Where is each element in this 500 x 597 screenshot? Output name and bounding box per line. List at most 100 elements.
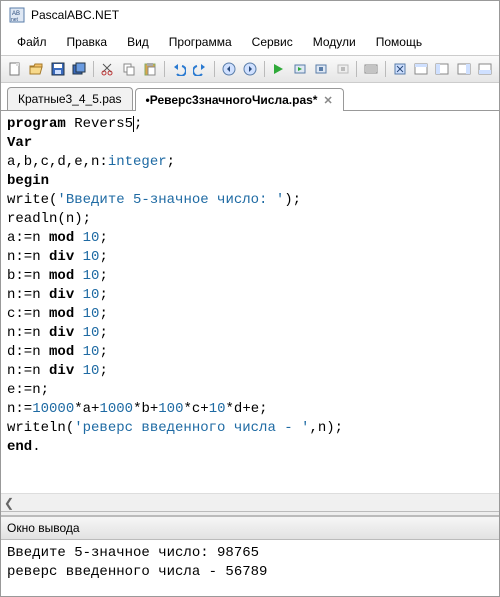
kw-program: program bbox=[7, 116, 66, 132]
scroll-left-icon[interactable]: ❮ bbox=[1, 495, 17, 511]
op-b: *b+ bbox=[133, 401, 158, 417]
var-list: a,b,c,d,e,n: bbox=[7, 154, 108, 170]
panel3-icon[interactable] bbox=[476, 59, 495, 79]
kw-mod: mod bbox=[49, 344, 74, 360]
browser-icon[interactable] bbox=[411, 59, 430, 79]
kw-mod: mod bbox=[49, 230, 74, 246]
toolbar-sep-4 bbox=[264, 61, 265, 77]
num-100: 100 bbox=[158, 401, 183, 417]
save-icon[interactable] bbox=[48, 59, 67, 79]
num-10: 10 bbox=[83, 268, 100, 284]
close-icon[interactable]: ✕ bbox=[323, 94, 332, 107]
num-10b: 10 bbox=[209, 401, 226, 417]
stmt-n4: n:=n bbox=[7, 363, 49, 379]
stmt-n3: n:=n bbox=[7, 325, 49, 341]
redo-icon[interactable] bbox=[190, 59, 209, 79]
stmt-d: d:=n bbox=[7, 344, 49, 360]
code-editor[interactable]: program Revers5; Var a,b,c,d,e,n:integer… bbox=[1, 111, 499, 493]
num-10: 10 bbox=[83, 287, 100, 303]
toolbar-sep-6 bbox=[385, 61, 386, 77]
kw-mod: mod bbox=[49, 268, 74, 284]
copy-icon[interactable] bbox=[119, 59, 138, 79]
num-10: 10 bbox=[83, 344, 100, 360]
window-new-icon[interactable] bbox=[390, 59, 409, 79]
writeln-tail: ,n); bbox=[309, 420, 343, 436]
menu-help[interactable]: Помощь bbox=[366, 31, 432, 53]
fn-writeln: writeln bbox=[7, 420, 66, 436]
op-a: *a+ bbox=[74, 401, 99, 417]
kw-div: div bbox=[49, 249, 74, 265]
tab-label: Кратные3_4_5.pas bbox=[18, 92, 122, 106]
output-line-1: Введите 5-значное число: 98765 bbox=[7, 545, 259, 561]
open-file-icon[interactable] bbox=[26, 59, 45, 79]
cut-icon[interactable] bbox=[98, 59, 117, 79]
num-10000: 10000 bbox=[32, 401, 74, 417]
toolbar-sep-5 bbox=[356, 61, 357, 77]
nav-back-icon[interactable] bbox=[219, 59, 238, 79]
end-dot: . bbox=[32, 439, 40, 455]
kw-div: div bbox=[49, 363, 74, 379]
kw-begin: begin bbox=[7, 173, 49, 189]
menu-program[interactable]: Программа bbox=[159, 31, 242, 53]
num-10: 10 bbox=[83, 325, 100, 341]
svg-text:net: net bbox=[11, 17, 19, 23]
menu-file[interactable]: Файл bbox=[7, 31, 57, 53]
run-icon[interactable] bbox=[269, 59, 288, 79]
tab-label: •Реверс3значногоЧисла.pas* bbox=[146, 93, 318, 107]
toolbar-sep-1 bbox=[93, 61, 94, 77]
stmt-e: e:=n; bbox=[7, 382, 49, 398]
num-10: 10 bbox=[83, 363, 100, 379]
tab-file-2[interactable]: •Реверс3значногоЧисла.pas* ✕ bbox=[135, 88, 344, 111]
stmt-n1: n:=n bbox=[7, 249, 49, 265]
toolbar-sep-2 bbox=[164, 61, 165, 77]
toolbar-sep-3 bbox=[214, 61, 215, 77]
save-all-icon[interactable] bbox=[69, 59, 88, 79]
tab-file-1[interactable]: Кратные3_4_5.pas bbox=[7, 87, 133, 110]
num-10: 10 bbox=[83, 249, 100, 265]
num-10: 10 bbox=[83, 306, 100, 322]
output-panel-title: Окно вывода bbox=[1, 516, 499, 540]
paste-icon[interactable] bbox=[141, 59, 160, 79]
stmt-b: b:=n bbox=[7, 268, 49, 284]
menu-service[interactable]: Сервис bbox=[242, 31, 303, 53]
panel1-icon[interactable] bbox=[433, 59, 452, 79]
stmt-n2: n:=n bbox=[7, 287, 49, 303]
kw-end: end bbox=[7, 439, 32, 455]
run-step-icon[interactable] bbox=[290, 59, 309, 79]
stmt-ncalc: n:= bbox=[7, 401, 32, 417]
menu-modules[interactable]: Модули bbox=[303, 31, 366, 53]
stmt-a: a:=n bbox=[7, 230, 49, 246]
app-logo-icon: ABnet bbox=[9, 7, 25, 23]
kw-div: div bbox=[49, 325, 74, 341]
compile-icon[interactable] bbox=[312, 59, 331, 79]
op-de: *d+e; bbox=[226, 401, 268, 417]
type-integer: integer bbox=[108, 154, 167, 170]
menu-edit[interactable]: Правка bbox=[57, 31, 118, 53]
menubar: Файл Правка Вид Программа Сервис Модули … bbox=[1, 29, 499, 55]
text-cursor bbox=[133, 116, 134, 132]
num-1000: 1000 bbox=[99, 401, 133, 417]
nav-forward-icon[interactable] bbox=[240, 59, 259, 79]
kw-var: Var bbox=[7, 135, 32, 151]
stmt-c: c:=n bbox=[7, 306, 49, 322]
kw-mod: mod bbox=[49, 306, 74, 322]
num-10: 10 bbox=[83, 230, 100, 246]
op-c: *c+ bbox=[184, 401, 209, 417]
fn-readln: readln bbox=[7, 211, 57, 227]
readln-arg: (n); bbox=[57, 211, 91, 227]
program-name: Revers5 bbox=[74, 116, 133, 132]
new-file-icon[interactable] bbox=[5, 59, 24, 79]
panel2-icon[interactable] bbox=[454, 59, 473, 79]
horizontal-scrollbar[interactable]: ❮ bbox=[1, 493, 499, 511]
output-panel[interactable]: Введите 5-значное число: 98765 реверс вв… bbox=[1, 540, 499, 596]
window-list-icon[interactable] bbox=[361, 59, 380, 79]
menu-view[interactable]: Вид bbox=[117, 31, 159, 53]
kw-div: div bbox=[49, 287, 74, 303]
stop-icon[interactable] bbox=[333, 59, 352, 79]
fn-write: write bbox=[7, 192, 49, 208]
undo-icon[interactable] bbox=[169, 59, 188, 79]
toolbar bbox=[1, 55, 499, 83]
app-title: PascalABC.NET bbox=[31, 8, 119, 22]
output-line-2: реверс введенного числа - 56789 bbox=[7, 564, 267, 580]
str-prompt: 'Введите 5-значное число: ' bbox=[57, 192, 284, 208]
